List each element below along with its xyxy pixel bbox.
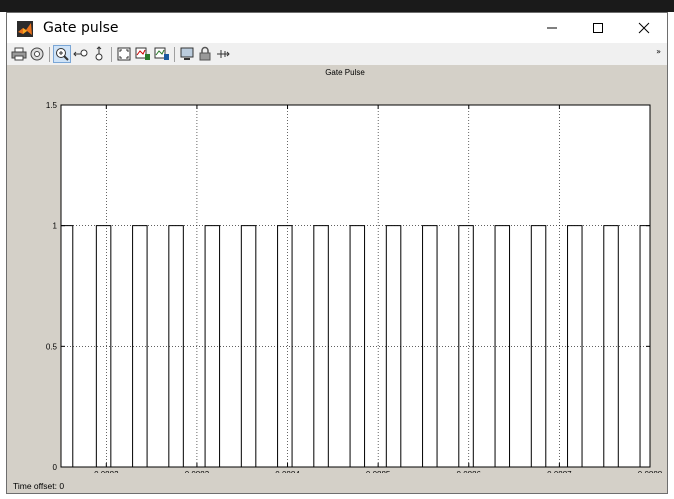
- restore-axes-icon[interactable]: [154, 46, 170, 62]
- y-tick-label: 1.5: [46, 101, 58, 110]
- x-tick-label: 0.0887: [547, 470, 572, 473]
- close-icon: [638, 22, 650, 34]
- toolbar-overflow-icon[interactable]: »: [656, 47, 661, 56]
- time-offset-value: 0: [59, 481, 65, 491]
- zoom-x-icon[interactable]: [73, 46, 89, 62]
- minimize-icon: [547, 27, 557, 29]
- chart-title: Gate Pulse: [325, 68, 365, 77]
- maximize-icon: [593, 23, 603, 33]
- toolbar-separator: [111, 47, 112, 62]
- y-tick-label: 1: [53, 222, 58, 231]
- axes-background: [61, 105, 650, 467]
- window-title: Gate pulse: [43, 20, 119, 36]
- x-tick-label: 0.0883: [185, 470, 210, 473]
- maximize-button[interactable]: [575, 13, 621, 43]
- status-bar: Time offset: 0: [13, 481, 64, 491]
- scope-window: Gate pulse » Gate Pulse 0 0.5 1 1.5 Time…: [6, 12, 668, 494]
- title-bar[interactable]: Gate pulse: [7, 13, 667, 43]
- matlab-icon: [17, 21, 33, 37]
- signal-selection-icon[interactable]: [215, 46, 231, 62]
- toolbar: »: [7, 43, 667, 66]
- time-offset-label: Time offset:: [13, 481, 57, 491]
- zoom-in-icon[interactable]: [53, 45, 71, 63]
- y-tick-label: 0: [53, 463, 58, 472]
- save-axes-icon[interactable]: [135, 46, 151, 62]
- plot-area: Gate Pulse 0.0882 0.0883 0.0884 0.0885 0.088…: [7, 65, 667, 493]
- x-tick-label: 0.0882: [94, 470, 119, 473]
- gate-pulse-chart[interactable]: Gate Pulse 0.0882 0.0883 0.0884 0.0885 0.088…: [7, 65, 667, 479]
- x-tick-label: 0.0884: [275, 470, 300, 473]
- autoscale-icon[interactable]: [116, 46, 132, 62]
- desktop-background-strip: [0, 0, 674, 12]
- toolbar-separator: [49, 47, 50, 62]
- minimize-button[interactable]: [529, 13, 575, 43]
- zoom-y-icon[interactable]: [91, 46, 107, 62]
- parameters-icon[interactable]: [29, 46, 45, 62]
- floating-scope-icon[interactable]: [179, 46, 195, 62]
- y-tick-label: 0.5: [46, 342, 58, 351]
- toolbar-separator: [174, 47, 175, 62]
- print-icon[interactable]: [11, 46, 27, 62]
- close-button[interactable]: [621, 13, 667, 43]
- x-tick-label: 0.0885: [366, 470, 391, 473]
- x-tick-label: 0.0886: [457, 470, 482, 473]
- lock-axes-icon[interactable]: [197, 46, 213, 62]
- x-tick-label: 0.0888: [638, 470, 663, 473]
